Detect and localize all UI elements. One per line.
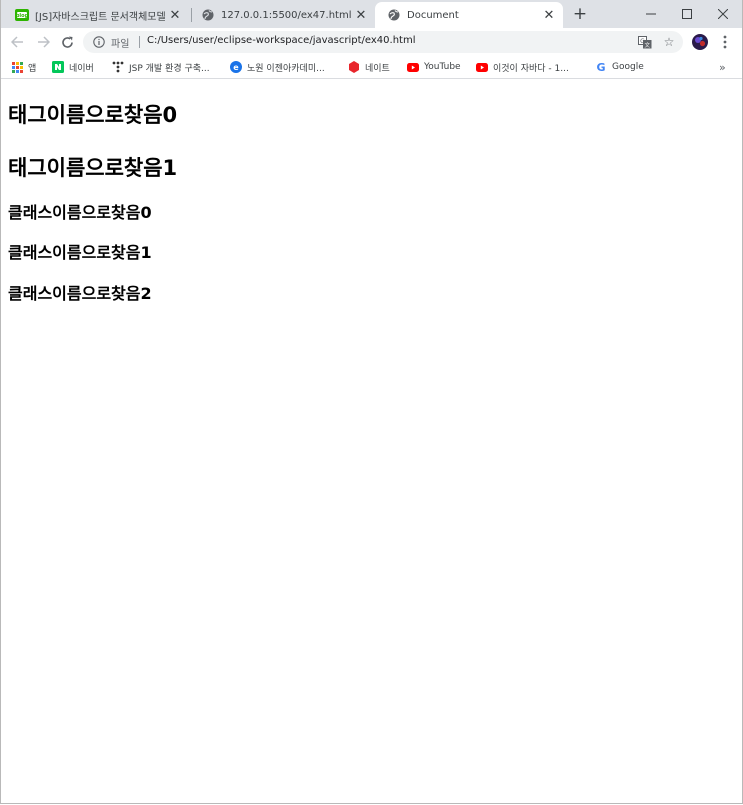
address-scheme-label: 파일 — [111, 39, 130, 50]
svg-text:e: e — [233, 63, 239, 72]
bookmark-star-icon[interactable]: ☆ — [661, 34, 677, 50]
page-content: 태그이름으로찾음0 태그이름으로찾음1 클래스이름으로찾음0 클래스이름으로찾음… — [1, 79, 742, 803]
bookmark-javabook[interactable]: 이것이 자바다 - 1... — [476, 58, 569, 76]
bookmark-youtube[interactable]: YouTube — [407, 58, 461, 76]
bookmark-label: 앱 — [28, 63, 37, 74]
bookmark-label: JSP 개발 환경 구축... — [129, 63, 210, 74]
new-tab-button[interactable]: + — [570, 4, 590, 24]
ezen-icon: e — [230, 61, 242, 73]
class-heading-1: 클래스이름으로찾음1 — [8, 243, 152, 262]
more-bookmarks-button[interactable]: » — [719, 58, 726, 76]
info-icon[interactable] — [91, 34, 106, 49]
bookmark-label: 노원 이젠아카데미... — [247, 63, 325, 74]
svg-text:G: G — [596, 61, 605, 73]
google-icon: G — [595, 61, 607, 73]
tab-document[interactable]: Document ✕ — [375, 2, 563, 28]
tag-heading-0: 태그이름으로찾음0 — [8, 103, 178, 127]
address-bar[interactable]: 파일 C:/Users/user/eclipse-workspace/javas… — [83, 31, 683, 53]
tag-heading-1: 태그이름으로찾음1 — [8, 156, 178, 180]
class-heading-0: 클래스이름으로찾음0 — [8, 203, 152, 222]
bookmark-label: Google — [612, 62, 644, 72]
address-url[interactable]: C:/Users/user/eclipse-workspace/javascri… — [147, 35, 415, 46]
back-button[interactable] — [7, 32, 27, 52]
bookmark-naver[interactable]: 네이버 — [52, 58, 94, 76]
youtube-icon — [476, 61, 488, 73]
bookmarks-bar: 앱 네이버 JSP 개발 환경 구축... e 노원 이젠아카데미... 네이트 — [1, 56, 742, 79]
tab-blog-post[interactable]: blog [JS]자바스크립트 문서객체모델 ✕ — [3, 2, 189, 28]
close-tab-icon[interactable]: ✕ — [167, 7, 183, 23]
translate-icon[interactable]: G文 — [637, 34, 653, 50]
class-heading-2: 클래스이름으로찾음2 — [8, 284, 152, 303]
tab-strip: blog [JS]자바스크립트 문서객체모델 ✕ 127.0.0.1:5500/… — [1, 0, 742, 28]
naver-icon — [52, 61, 64, 73]
svg-text:blog: blog — [16, 13, 29, 19]
forward-button[interactable] — [33, 32, 53, 52]
menu-icon[interactable] — [715, 32, 735, 52]
tab-title: Document — [407, 9, 459, 21]
bookmark-jsp[interactable]: JSP 개발 환경 구축... — [112, 58, 210, 76]
tab-ex47[interactable]: 127.0.0.1:5500/ex47.html ✕ — [189, 2, 375, 28]
browser-toolbar: 파일 C:/Users/user/eclipse-workspace/javas… — [1, 28, 742, 56]
tistory-icon — [112, 61, 124, 73]
bookmark-nate[interactable]: 네이트 — [348, 58, 390, 76]
svg-text:文: 文 — [644, 40, 650, 48]
youtube-icon — [407, 61, 419, 73]
tab-title: [JS]자바스크립트 문서객체모델 — [35, 11, 166, 23]
bookmark-label: 이것이 자바다 - 1... — [493, 63, 569, 74]
bookmark-label: 네이버 — [69, 63, 94, 74]
bookmark-google[interactable]: G Google — [595, 58, 644, 76]
globe-icon — [387, 8, 401, 22]
bookmark-label: YouTube — [424, 62, 461, 72]
bookmark-apps[interactable]: 앱 — [11, 58, 36, 76]
profile-avatar[interactable] — [690, 32, 710, 52]
browser-window: blog [JS]자바스크립트 문서객체모델 ✕ 127.0.0.1:5500/… — [0, 0, 743, 804]
close-tab-icon[interactable]: ✕ — [353, 7, 369, 23]
blog-icon: blog — [15, 8, 29, 22]
tab-title: 127.0.0.1:5500/ex47.html — [221, 9, 352, 21]
maximize-button[interactable] — [668, 0, 706, 28]
apps-icon — [11, 61, 23, 73]
close-window-button[interactable] — [704, 0, 742, 28]
globe-icon — [201, 8, 215, 22]
bookmark-label: 네이트 — [365, 63, 390, 74]
address-divider — [139, 36, 140, 48]
minimize-button[interactable] — [632, 0, 670, 28]
reload-button[interactable] — [57, 32, 77, 52]
close-tab-icon[interactable]: ✕ — [541, 7, 557, 23]
bookmark-ezen[interactable]: e 노원 이젠아카데미... — [230, 58, 325, 76]
nate-icon — [348, 61, 360, 73]
